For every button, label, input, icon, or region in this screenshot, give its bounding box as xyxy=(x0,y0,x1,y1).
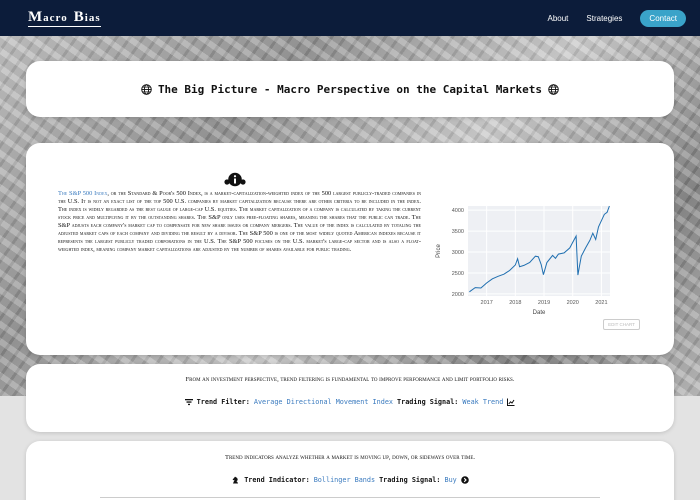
trend-indicator-card: Trend indicators analyze whether a marke… xyxy=(26,441,674,500)
sp500-chart[interactable]: 2000 2500 3000 3500 4000 2017 2018 2019 2020 2021… xyxy=(430,200,620,320)
x-tick-label: 2019 xyxy=(538,300,550,306)
trend-filter-row: Trend Filter: Average Directional Moveme… xyxy=(26,398,674,406)
y-tick-label: 2500 xyxy=(452,271,464,277)
edit-chart-button[interactable]: EDIT CHART xyxy=(603,319,640,330)
nav-contact-button[interactable]: Contact xyxy=(640,9,686,27)
trend-filter-card: From an investment perspective, trend fi… xyxy=(26,364,674,432)
divider xyxy=(100,497,600,498)
trading-signal-label: Trading Signal: xyxy=(397,398,459,406)
page-title-row: The Big Picture - Macro Perspective on t… xyxy=(141,83,559,96)
x-axis-label: Date xyxy=(533,310,546,316)
y-axis-label: Price xyxy=(436,244,442,258)
logo-letter-b: B xyxy=(73,8,85,25)
nav-strategies-link[interactable]: Strategies xyxy=(586,14,622,23)
trading-signal-label: Trading Signal: xyxy=(379,476,441,484)
trend-filter-intro: From an investment perspective, trend fi… xyxy=(185,376,515,383)
chart-line-icon xyxy=(507,398,515,406)
navbar: M acro B ias About Strategies Contact xyxy=(0,0,700,36)
nav-about-link[interactable]: About xyxy=(547,14,568,23)
trend-indicator-value[interactable]: Bollinger Bands xyxy=(314,476,375,484)
y-tick-label: 3000 xyxy=(452,250,464,256)
horse-chess-icon xyxy=(232,476,239,484)
logo-text-1: acro xyxy=(43,11,68,24)
sp500-description: The S&P 500 Index, or the Standard & Poo… xyxy=(58,190,421,254)
y-tick-label: 4000 xyxy=(452,208,464,214)
y-tick-label: 2000 xyxy=(452,292,464,298)
x-tick-label: 2017 xyxy=(481,300,493,306)
page-title: The Big Picture - Macro Perspective on t… xyxy=(157,82,543,96)
trend-indicator-row: Trend Indicator: Bollinger Bands Trading… xyxy=(26,476,674,484)
plot-area xyxy=(468,206,610,296)
trading-signal-value[interactable]: Buy xyxy=(444,476,456,484)
x-tick-label: 2021 xyxy=(595,300,607,306)
trend-indicator-intro: Trend indicators analyze whether a marke… xyxy=(224,454,476,461)
title-card: The Big Picture - Macro Perspective on t… xyxy=(26,61,674,117)
trend-filter-label: Trend Filter: xyxy=(196,398,250,406)
filter-icon xyxy=(184,399,193,406)
sp500-link[interactable]: The S&P 500 Index xyxy=(58,190,107,197)
sp500-description-text: , or the Standard & Poor's 500 Index, is… xyxy=(58,190,421,253)
logo[interactable]: M acro B ias xyxy=(28,8,101,27)
trading-signal-value[interactable]: Weak Trend xyxy=(462,398,503,406)
nav-links: About Strategies Contact xyxy=(547,9,686,27)
y-tick-label: 3500 xyxy=(452,229,464,235)
x-tick-label: 2020 xyxy=(567,300,579,306)
trend-filter-value[interactable]: Average Directional Movement Index xyxy=(254,398,393,406)
logo-letter-m: M xyxy=(28,8,44,25)
globe-icon xyxy=(548,83,559,95)
logo-text-2: ias xyxy=(84,11,101,24)
globe-icon xyxy=(141,83,152,95)
info-icon xyxy=(224,172,246,187)
arrow-circle-right-icon xyxy=(460,476,469,484)
trend-indicator-label: Trend Indicator: xyxy=(244,476,310,484)
x-tick-label: 2018 xyxy=(509,300,521,306)
